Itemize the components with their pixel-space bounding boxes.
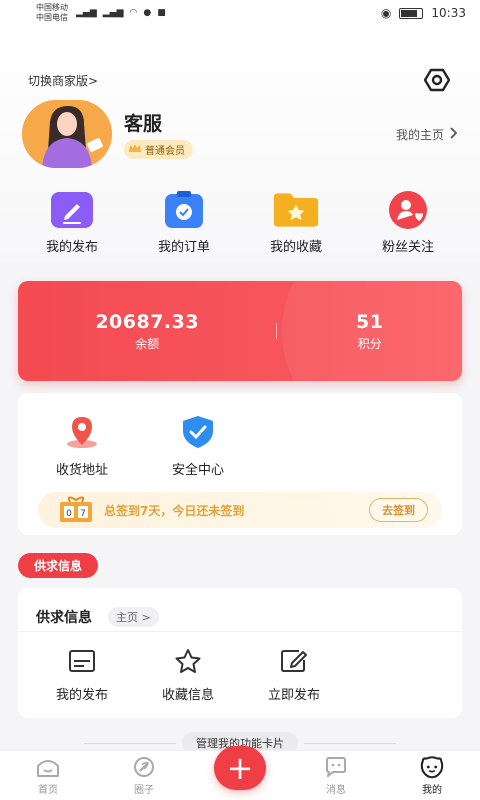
quick-my-posts[interactable]: 我的发布 bbox=[22, 190, 122, 255]
settings-icon[interactable] bbox=[422, 65, 452, 95]
supply-card: 供求信息 主页 > 我的发布 收藏信息 立即发布 bbox=[18, 588, 462, 718]
service-label: 安全中心 bbox=[171, 463, 224, 478]
signin-text: 总签到7天，今日还未签到 bbox=[104, 503, 245, 518]
switch-merchant-link[interactable]: 切换商家版> bbox=[28, 72, 98, 89]
tab-label: 首页 bbox=[38, 785, 58, 796]
signal-icons: ▂▄▆ ▂▄▆ ◠ ● ■ bbox=[76, 8, 166, 18]
quick-actions: 我的发布 我的订单 我的收藏 粉丝关注 bbox=[0, 170, 480, 255]
service-label: 收货地址 bbox=[55, 463, 108, 478]
order-clipboard-icon bbox=[160, 190, 208, 230]
app-notification-icon: ■ bbox=[157, 8, 166, 18]
tab-label: 消息 bbox=[326, 785, 346, 796]
list-card-icon bbox=[67, 648, 97, 678]
fans-heart-icon bbox=[384, 190, 432, 230]
quick-my-favorites[interactable]: 我的收藏 bbox=[246, 190, 346, 255]
user-name: 客服 bbox=[124, 113, 163, 135]
supply-home-link[interactable]: 主页 > bbox=[108, 606, 159, 627]
supply-title: 供求信息 bbox=[36, 609, 92, 626]
points-value: 51 bbox=[355, 310, 384, 333]
supply-label: 我的发布 bbox=[55, 688, 108, 703]
edit-icon bbox=[48, 190, 96, 230]
wifi-icon: ◠ bbox=[129, 8, 138, 18]
star-outline-icon bbox=[173, 648, 203, 678]
carriers: 中国移动 中国电信 bbox=[36, 3, 68, 23]
points-label: 积分 bbox=[357, 336, 382, 351]
plus-icon[interactable]: + bbox=[214, 746, 266, 790]
battery-icon bbox=[399, 7, 424, 19]
wallet-card[interactable]: 20687.33 余额 51 积分 bbox=[18, 281, 462, 381]
section-tag: 供求信息 bbox=[18, 553, 99, 578]
tab-mine[interactable]: 我的 bbox=[384, 754, 480, 800]
supply-label: 立即发布 bbox=[267, 688, 320, 703]
shield-check-icon bbox=[178, 415, 218, 453]
tab-home[interactable]: 首页 bbox=[0, 754, 96, 800]
crown-icon bbox=[128, 143, 142, 156]
edit-outline-icon bbox=[279, 648, 309, 678]
signal-icon: ▂▄▆ bbox=[76, 8, 97, 18]
quick-label: 粉丝关注 bbox=[381, 240, 434, 255]
supply-my-posts[interactable]: 我的发布 bbox=[40, 648, 124, 703]
chevron-right-icon bbox=[450, 126, 458, 142]
member-badge: 普通会员 bbox=[124, 140, 193, 159]
quick-my-orders[interactable]: 我的订单 bbox=[134, 190, 234, 255]
message-icon bbox=[323, 754, 349, 780]
top-line: 切换商家版> bbox=[0, 26, 480, 96]
star-folder-icon bbox=[272, 190, 320, 230]
balance-value: 20687.33 bbox=[95, 310, 200, 333]
supply-post-now[interactable]: 立即发布 bbox=[252, 648, 336, 703]
member-level: 普通会员 bbox=[145, 146, 185, 157]
service-address[interactable]: 收货地址 bbox=[38, 415, 126, 478]
supply-header: 供求信息 主页 > bbox=[18, 588, 462, 632]
avatar[interactable] bbox=[22, 100, 112, 168]
quick-label: 我的发布 bbox=[45, 240, 98, 255]
profile-info: 客服 普通会员 bbox=[124, 109, 193, 159]
sign-digit-0: 0 bbox=[66, 509, 72, 519]
signal-icon: ▂▄▆ bbox=[102, 8, 124, 18]
sign-digit-7: 7 bbox=[80, 509, 86, 519]
supply-label: 收藏信息 bbox=[161, 688, 214, 703]
status-bar: 中国移动 中国电信 ▂▄▆ ▂▄▆ ◠ ● ■ ◉ 10:33 bbox=[0, 0, 480, 26]
tab-label: 圈子 bbox=[134, 785, 154, 796]
chat-bubble-icon: ● bbox=[143, 8, 152, 18]
points-block[interactable]: 51 积分 bbox=[277, 311, 462, 352]
service-security[interactable]: 安全中心 bbox=[154, 415, 242, 478]
signin-bar: 07 总签到7天，今日还未签到 去签到 bbox=[38, 492, 442, 528]
signin-button[interactable]: 去签到 bbox=[369, 498, 428, 522]
quick-fans-follow[interactable]: 粉丝关注 bbox=[358, 190, 458, 255]
circle-feather-icon bbox=[131, 754, 157, 780]
clock: 10:33 bbox=[431, 6, 466, 20]
services-row: 收货地址 安全中心 bbox=[38, 415, 442, 478]
quick-label: 我的订单 bbox=[157, 240, 210, 255]
my-home-label: 我的主页 bbox=[395, 127, 444, 142]
header-area: 切换商家版> 客服 普通会员 我的主页 我的发布 我的订单 我的收藏 粉丝关注 bbox=[0, 26, 480, 261]
balance-block[interactable]: 20687.33 余额 bbox=[18, 311, 276, 352]
carrier-2: 中国电信 bbox=[36, 13, 68, 22]
quick-label: 我的收藏 bbox=[269, 240, 322, 255]
tab-circle[interactable]: 圈子 bbox=[96, 754, 192, 800]
supply-actions: 我的发布 收藏信息 立即发布 bbox=[18, 632, 462, 703]
location-status-icon: ◉ bbox=[380, 6, 392, 20]
tab-label: 我的 bbox=[422, 785, 442, 796]
profile-row: 客服 普通会员 我的主页 bbox=[0, 98, 480, 170]
location-pin-icon bbox=[62, 415, 102, 453]
home-icon bbox=[35, 754, 61, 780]
tab-messages[interactable]: 消息 bbox=[288, 754, 384, 800]
tab-publish[interactable]: + bbox=[192, 746, 288, 800]
status-right: ◉ 10:33 bbox=[381, 6, 466, 20]
my-home-link[interactable]: 我的主页 bbox=[396, 126, 458, 143]
gift-calendar-icon: 07 bbox=[58, 493, 94, 527]
carrier-1: 中国移动 bbox=[36, 3, 68, 12]
supply-favorites[interactable]: 收藏信息 bbox=[146, 648, 230, 703]
services-card: 收货地址 安全中心 07 总签到7天，今日还未签到 去签到 bbox=[18, 393, 462, 535]
tab-bar: 首页 圈子 + 消息 我的 bbox=[0, 746, 480, 800]
balance-label: 余额 bbox=[135, 336, 160, 351]
profile-face-icon bbox=[419, 754, 445, 780]
